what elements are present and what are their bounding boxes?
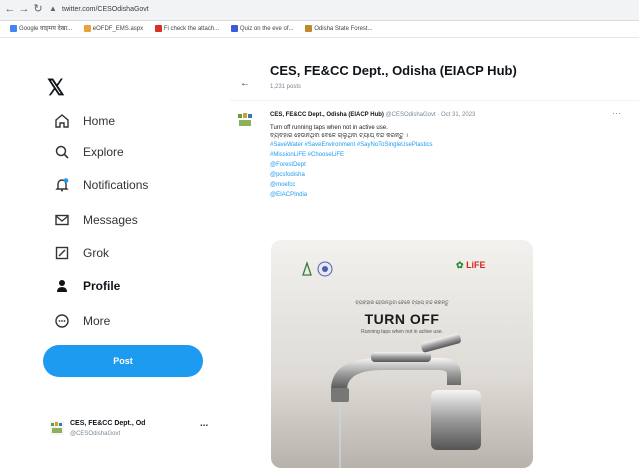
post-button[interactable]: Post bbox=[43, 345, 203, 377]
tweet-more-icon[interactable]: ··· bbox=[612, 108, 621, 118]
account-switcher[interactable]: CES, FE&CC Dept., Od @CESOdishaGovt ... bbox=[50, 418, 220, 448]
mention-link[interactable]: @moefcc bbox=[270, 181, 295, 189]
bookmark-icon bbox=[305, 24, 313, 32]
bookmark-item[interactable]: eOFDF_EMS.aspx bbox=[83, 21, 143, 37]
hashtag-link[interactable]: #MissionLiFE #ChooseLiFE bbox=[270, 151, 344, 159]
avatar bbox=[50, 421, 64, 435]
bookmark-item[interactable]: Quiz on the eve of... bbox=[230, 21, 294, 37]
sidebar-item-notifications[interactable]: Notifications bbox=[53, 172, 148, 198]
gmail-icon bbox=[154, 24, 162, 32]
page-title: CES, FE&CC Dept., Odisha (EIACP Hub) bbox=[270, 63, 517, 78]
tweet-media-image[interactable]: ✿ LiFE ବ୍ୟବହାର ହେଉନଥିବା ବେଳେ ଟ୍ୟାପ୍ ବନ୍ଦ… bbox=[271, 240, 533, 468]
search-icon bbox=[53, 143, 71, 161]
tweet-text-line: ବ୍ୟବହାର ହେଉନଥିବା ବେଳେ ଚାଲୁଥିବା ଟ୍ୟାପ୍ ବନ… bbox=[270, 133, 408, 139]
browser-toolbar: ← → ↻ ▲ twitter.com/CESOdishaGovt bbox=[0, 0, 639, 21]
site-info-icon[interactable]: ▲ bbox=[47, 3, 59, 15]
address-bar[interactable]: twitter.com/CESOdishaGovt bbox=[62, 3, 482, 17]
posts-count: 1,231 posts bbox=[270, 84, 302, 90]
sidebar-item-explore[interactable]: Explore bbox=[53, 139, 124, 165]
forward-arrow-icon[interactable]: → bbox=[18, 3, 30, 15]
hashtag-link[interactable]: #SaveWater #SaveEnvironment #SayNoToSing… bbox=[270, 141, 433, 149]
faucet-illustration-icon bbox=[331, 333, 481, 468]
mention-link[interactable]: @ForestDept bbox=[270, 161, 306, 169]
tweet-header: CES, FE&CC Dept., Odisha (EIACP Hub) @CE… bbox=[270, 112, 475, 118]
divider bbox=[230, 100, 639, 101]
person-icon bbox=[53, 277, 71, 295]
grok-icon bbox=[53, 244, 71, 262]
tweet-avatar[interactable] bbox=[237, 112, 253, 128]
google-icon bbox=[10, 24, 17, 32]
more-dots-icon[interactable]: ... bbox=[200, 418, 208, 429]
reload-icon[interactable]: ↻ bbox=[32, 3, 44, 15]
sidebar-item-messages[interactable]: Messages bbox=[53, 207, 138, 233]
bookmarks-bar: Google वाङ्‍मय देखा... eOFDF_EMS.aspx Fi… bbox=[0, 21, 639, 38]
mail-icon bbox=[53, 211, 71, 229]
account-handle: @CESOdishaGovt bbox=[70, 431, 121, 437]
bell-icon bbox=[53, 176, 71, 194]
back-arrow-icon[interactable]: ← bbox=[240, 78, 250, 89]
sidebar-item-more[interactable]: More bbox=[53, 308, 110, 334]
sidebar-item-grok[interactable]: Grok bbox=[53, 240, 109, 266]
tweet-author[interactable]: CES, FE&CC Dept., Odisha (EIACP Hub) bbox=[270, 112, 384, 118]
mention-link[interactable]: @pcsfodisha bbox=[270, 171, 305, 179]
bookmark-item[interactable]: Google वाङ्‍मय देखा... bbox=[10, 21, 72, 37]
mention-link[interactable]: @EIACPIndia bbox=[270, 191, 307, 199]
bookmark-icon bbox=[230, 24, 238, 32]
x-logo-icon[interactable]: 𝕏 bbox=[47, 75, 65, 101]
bookmark-item[interactable]: Fi check the attach... bbox=[154, 21, 219, 37]
more-icon bbox=[53, 312, 71, 330]
sidebar-item-home[interactable]: Home bbox=[53, 108, 115, 134]
tweet-text-line: Turn off running taps when not in active… bbox=[270, 125, 388, 131]
bookmark-item[interactable]: Odisha State Forest... bbox=[305, 21, 373, 37]
tweet-handle-date[interactable]: @CESOdishaGovt · Oct 31, 2023 bbox=[386, 112, 476, 118]
sidebar-item-profile[interactable]: Profile bbox=[53, 273, 120, 299]
home-icon bbox=[53, 112, 71, 130]
bookmark-icon bbox=[83, 24, 91, 32]
back-arrow-icon[interactable]: ← bbox=[4, 3, 16, 15]
account-name: CES, FE&CC Dept., Od bbox=[70, 420, 146, 427]
